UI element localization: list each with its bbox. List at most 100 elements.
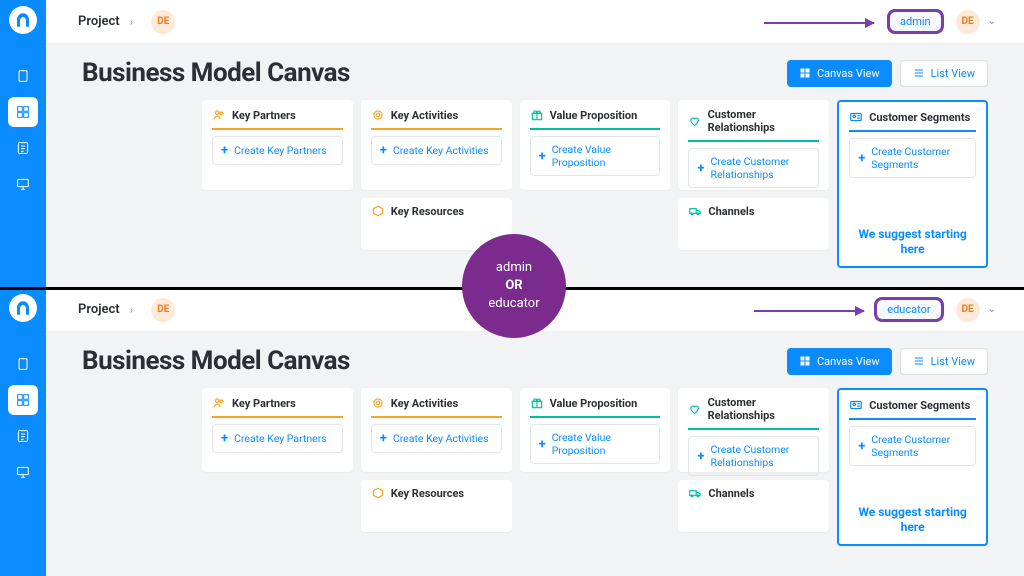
card-title: Channels <box>708 487 754 500</box>
logo-icon <box>14 299 32 317</box>
gift-icon <box>530 108 544 122</box>
card-title: Key Partners <box>232 397 296 410</box>
nav-item-1[interactable] <box>8 349 38 379</box>
role-chip-educator[interactable]: educator <box>876 299 941 320</box>
target-icon <box>371 396 385 410</box>
truck-icon <box>688 204 702 218</box>
box-icon <box>371 204 385 218</box>
callout-arrow <box>764 22 874 24</box>
card-title: Key Activities <box>391 397 458 410</box>
breadcrumb[interactable]: Project <box>78 302 120 317</box>
left-sidebar <box>0 288 46 576</box>
create-customer-segments-button[interactable]: +Create Customer Segments <box>849 426 976 466</box>
create-key-partners-button[interactable]: +Create Key Partners <box>212 424 343 453</box>
grid-icon <box>15 392 31 408</box>
grid-icon <box>799 67 811 79</box>
nav-item-canvas[interactable] <box>8 97 38 127</box>
page-title: Business Model Canvas <box>82 346 350 376</box>
card-title: Channels <box>708 205 754 218</box>
card-key-partners: Key Partners +Create Key Partners <box>202 100 353 190</box>
card-title: Value Proposition <box>550 109 638 122</box>
chevron-right-icon: › <box>130 15 134 29</box>
breadcrumb[interactable]: Project <box>78 14 120 29</box>
create-value-proposition-button[interactable]: +Create Value Proposition <box>530 136 661 176</box>
nav-item-3[interactable] <box>8 133 38 163</box>
plus-icon: + <box>697 449 704 464</box>
card-title: Customer Segments <box>869 399 970 412</box>
create-customer-segments-button[interactable]: +Create Customer Segments <box>849 138 976 178</box>
project-badge[interactable]: DE <box>151 10 175 34</box>
list-view-label: List View <box>931 67 975 80</box>
people-icon <box>212 396 226 410</box>
card-title: Key Partners <box>232 109 296 122</box>
view-toggle: Canvas View List View <box>787 60 988 87</box>
box-icon <box>371 486 385 500</box>
app-logo[interactable] <box>9 294 37 322</box>
plus-icon: + <box>380 143 387 158</box>
callout-arrow <box>754 310 864 312</box>
clipboard-icon <box>15 356 31 372</box>
nav-item-3[interactable] <box>8 421 38 451</box>
card-customer-relationships: Customer Relationships +Create Customer … <box>678 100 829 190</box>
nav-item-1[interactable] <box>8 61 38 91</box>
canvas-view-button[interactable]: Canvas View <box>787 60 892 87</box>
monitor-icon <box>15 176 31 192</box>
plus-icon: + <box>539 437 546 452</box>
callout-line2: educator <box>488 295 539 313</box>
nav-item-canvas[interactable] <box>8 385 38 415</box>
list-check-icon <box>15 428 31 444</box>
card-title: Customer Segments <box>869 111 970 124</box>
canvas-view-label: Canvas View <box>817 67 880 80</box>
chevron-down-icon[interactable]: ⌄ <box>988 16 996 27</box>
gift-icon <box>530 396 544 410</box>
card-customer-segments: Customer Segments +Create Customer Segme… <box>837 100 988 268</box>
clipboard-icon <box>15 68 31 84</box>
create-key-activities-button[interactable]: +Create Key Activities <box>371 424 502 453</box>
callout-circle: admin OR educator <box>462 234 566 338</box>
plus-icon: + <box>858 439 865 454</box>
card-title: Customer Relationships <box>708 396 820 422</box>
heart-icon <box>688 402 701 416</box>
left-sidebar <box>0 0 46 288</box>
list-icon <box>913 67 925 79</box>
list-view-button[interactable]: List View <box>900 60 988 87</box>
create-customer-relationships-button[interactable]: +Create Customer Relationships <box>688 436 819 476</box>
card-customer-relationships: Customer Relationships +Create Customer … <box>678 388 829 472</box>
canvas-view-button[interactable]: Canvas View <box>787 348 892 375</box>
grid-icon <box>799 355 811 367</box>
truck-icon <box>688 486 702 500</box>
list-icon <box>913 355 925 367</box>
monitor-icon <box>15 464 31 480</box>
topbar: Project › DE admin DE ⌄ <box>46 0 1024 44</box>
callout-or: OR <box>505 277 522 295</box>
card-key-partners: Key Partners +Create Key Partners <box>202 388 353 472</box>
avatar[interactable]: DE <box>956 298 980 322</box>
canvas-grid: Key Partners +Create Key Partners Key Ac… <box>82 388 988 546</box>
create-customer-relationships-button[interactable]: +Create Customer Relationships <box>688 148 819 188</box>
create-value-proposition-button[interactable]: +Create Value Proposition <box>530 424 661 464</box>
callout-line1: admin <box>496 259 532 277</box>
list-view-label: List View <box>931 355 975 368</box>
list-check-icon <box>15 140 31 156</box>
suggest-text: We suggest starting here <box>849 505 976 536</box>
list-view-button[interactable]: List View <box>900 348 988 375</box>
page-title: Business Model Canvas <box>82 58 350 88</box>
chevron-down-icon[interactable]: ⌄ <box>988 304 996 315</box>
create-key-activities-button[interactable]: +Create Key Activities <box>371 136 502 165</box>
create-key-partners-button[interactable]: +Create Key Partners <box>212 136 343 165</box>
plus-icon: + <box>380 431 387 446</box>
project-badge[interactable]: DE <box>151 298 175 322</box>
heart-icon <box>688 114 701 128</box>
card-title: Value Proposition <box>550 397 638 410</box>
card-title: Key Resources <box>391 487 464 500</box>
card-key-activities: Key Activities +Create Key Activities <box>361 388 512 472</box>
view-toggle: Canvas View List View <box>787 348 988 375</box>
grid-icon <box>15 104 31 120</box>
nav-item-4[interactable] <box>8 169 38 199</box>
avatar[interactable]: DE <box>956 10 980 34</box>
role-chip-admin[interactable]: admin <box>889 11 942 32</box>
card-title: Key Resources <box>391 205 464 218</box>
app-logo[interactable] <box>9 6 37 34</box>
plus-icon: + <box>221 431 228 446</box>
nav-item-4[interactable] <box>8 457 38 487</box>
